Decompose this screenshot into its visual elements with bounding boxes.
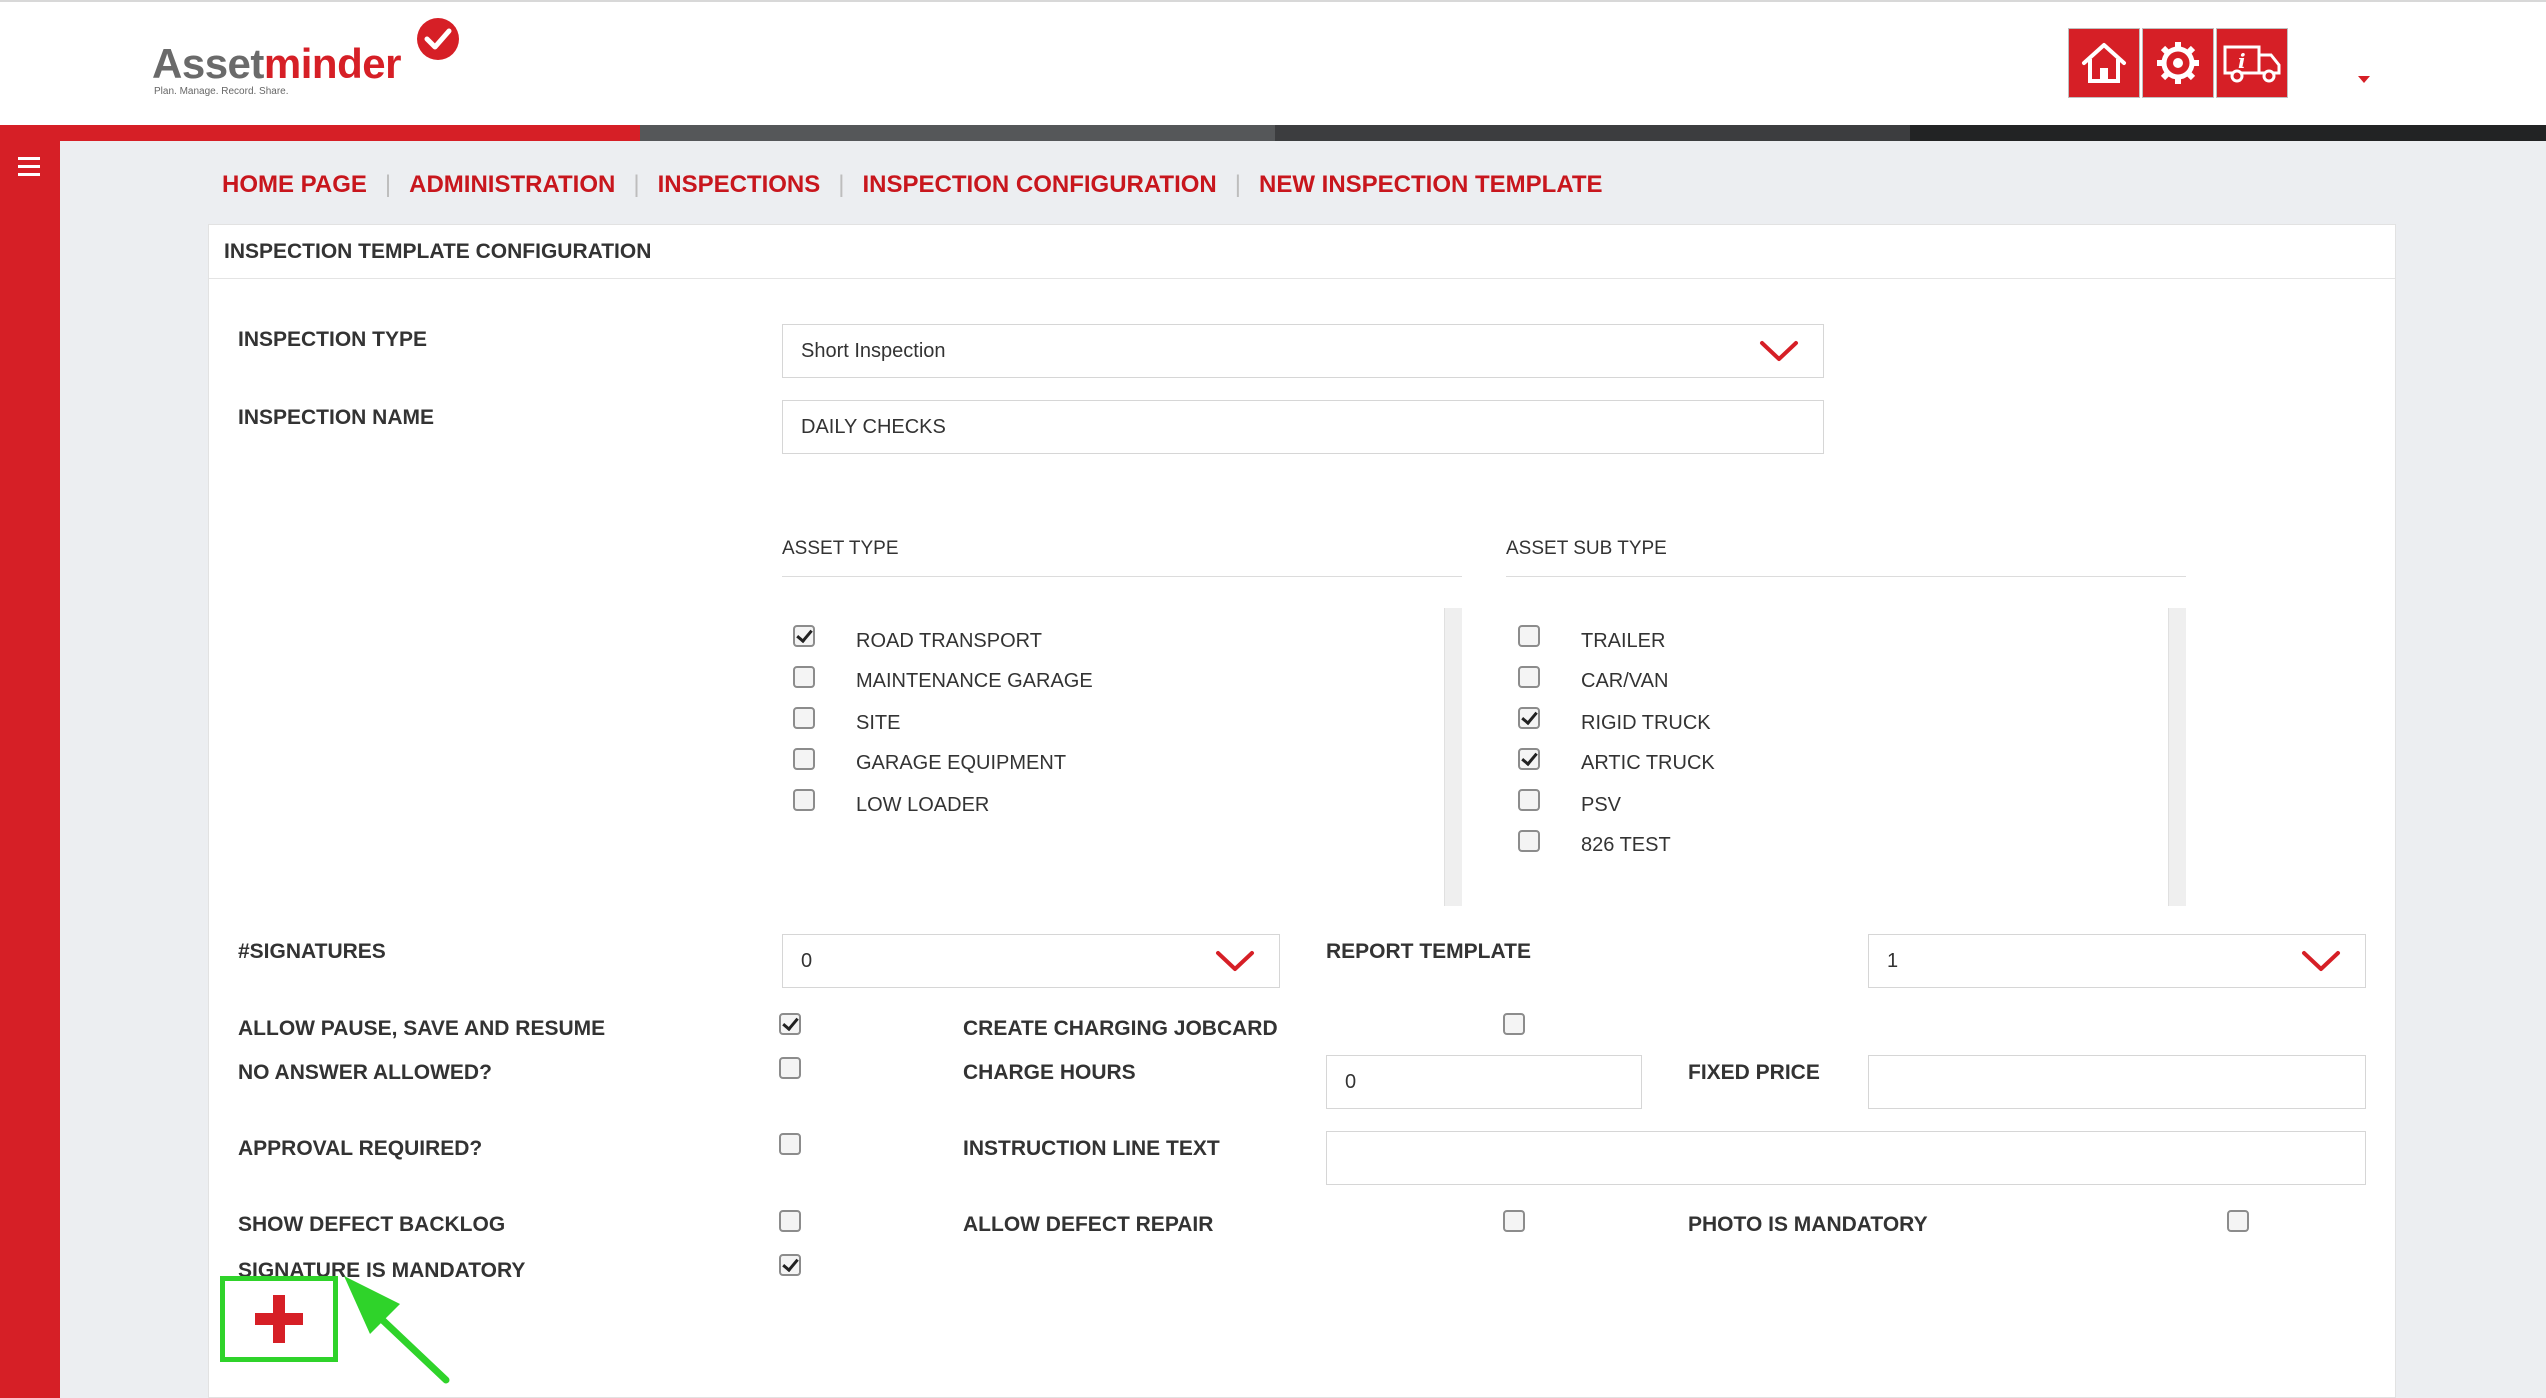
asset-sub-type-label: CAR/VAN [1581, 670, 1669, 692]
header-stripe [0, 125, 640, 141]
report-template-value: 1 [1887, 950, 1899, 972]
plus-icon [255, 1295, 303, 1343]
logo-wordmark: Assetminder [152, 40, 401, 87]
charge-hours-input[interactable]: 0 [1326, 1055, 1642, 1109]
asset-type-scrollbar[interactable] [1444, 608, 1462, 906]
inspection-type-value: Short Inspection [801, 340, 946, 362]
asset-type-label: LOW LOADER [856, 794, 990, 816]
fixed-price-label: FIXED PRICE [1688, 1061, 1820, 1084]
inspection-name-input[interactable]: DAILY CHECKS [782, 400, 1824, 454]
header-stripe [1275, 125, 1910, 141]
gear-icon [2157, 42, 2199, 84]
annotation-arrow-icon [344, 1276, 450, 1384]
breadcrumb-inspection-configuration[interactable]: INSPECTION CONFIGURATION [863, 171, 1217, 199]
asset-sub-type-label: 826 TEST [1581, 834, 1671, 856]
breadcrumb-new-inspection-template[interactable]: NEW INSPECTION TEMPLATE [1259, 171, 1603, 199]
checkmark-icon [417, 18, 459, 60]
allow-pause-label: ALLOW PAUSE, SAVE AND RESUME [238, 1017, 606, 1040]
header-stripe [640, 125, 1275, 141]
breadcrumb-inspections[interactable]: INSPECTIONS [658, 171, 821, 199]
asset-type-checkbox-garage-equipment[interactable] [793, 748, 815, 770]
breadcrumb-separator: | [633, 171, 640, 198]
asset-type-label: MAINTENANCE GARAGE [856, 670, 1093, 692]
home-icon [2082, 43, 2126, 83]
asset-sub-type-scrollbar[interactable] [2168, 608, 2186, 906]
asset-type-checkbox-maintenance-garage[interactable] [793, 666, 815, 688]
svg-text:i: i [2238, 49, 2246, 73]
charge-hours-value: 0 [1345, 1071, 1357, 1093]
logo-tagline: Plan. Manage. Record. Share. [154, 86, 289, 97]
signatures-select[interactable]: 0 [782, 934, 1280, 988]
allow-defect-repair-checkbox[interactable] [1503, 1210, 1525, 1232]
top-header: Assetminder Plan. Manage. Record. Share. [0, 0, 2546, 125]
approval-required-checkbox[interactable] [779, 1133, 801, 1155]
instruction-line-text-label: INSTRUCTION LINE TEXT [963, 1137, 1220, 1160]
header-stripe [1910, 125, 2546, 141]
charge-hours-label: CHARGE HOURS [963, 1061, 1136, 1084]
panel-header: INSPECTION TEMPLATE CONFIGURATION [209, 225, 2395, 279]
breadcrumb-separator: | [1234, 171, 1241, 198]
truck-info-button[interactable]: i [2216, 28, 2288, 98]
asset-sub-type-checkbox-psv[interactable] [1518, 789, 1540, 811]
assetminder-logo[interactable]: Assetminder Plan. Manage. Record. Share. [152, 18, 472, 102]
divider [782, 576, 1462, 577]
inspection-name-value: DAILY CHECKS [801, 416, 946, 438]
home-button[interactable] [2068, 28, 2140, 98]
no-answer-allowed-label: NO ANSWER ALLOWED? [238, 1061, 492, 1084]
create-charging-jobcard-checkbox[interactable] [1503, 1013, 1525, 1035]
asset-type-header: ASSET TYPE [782, 538, 899, 559]
approval-required-label: APPROVAL REQUIRED? [238, 1137, 483, 1160]
asset-sub-type-checkbox-artic-truck[interactable] [1518, 748, 1540, 770]
allow-defect-repair-label: ALLOW DEFECT REPAIR [963, 1213, 1214, 1236]
chevron-down-icon [1216, 951, 1254, 971]
user-menu-caret[interactable] [2358, 76, 2370, 83]
photo-is-mandatory-label: PHOTO IS MANDATORY [1688, 1213, 1928, 1236]
allow-pause-checkbox[interactable] [779, 1013, 801, 1035]
show-defect-backlog-checkbox[interactable] [779, 1210, 801, 1232]
signature-is-mandatory-checkbox[interactable] [779, 1254, 801, 1276]
asset-type-checkbox-road-transport[interactable] [793, 625, 815, 647]
asset-sub-type-label: PSV [1581, 794, 1622, 816]
asset-sub-type-header: ASSET SUB TYPE [1506, 538, 1667, 559]
inspection-type-select[interactable]: Short Inspection [782, 324, 1824, 378]
signatures-value: 0 [801, 950, 813, 972]
breadcrumb: HOME PAGE | ADMINISTRATION | INSPECTIONS… [222, 170, 1603, 200]
create-charging-jobcard-label: CREATE CHARGING JOBCARD [963, 1017, 1278, 1040]
asset-type-checkbox-site[interactable] [793, 707, 815, 729]
add-question-button[interactable] [220, 1276, 338, 1362]
asset-sub-type-checkbox-car-van[interactable] [1518, 666, 1540, 688]
inspection-name-label: INSPECTION NAME [238, 406, 435, 429]
asset-sub-type-checkbox-rigid-truck[interactable] [1518, 707, 1540, 729]
instruction-line-text-input[interactable] [1326, 1131, 2366, 1185]
inspection-type-label: INSPECTION TYPE [238, 328, 428, 351]
panel-title: INSPECTION TEMPLATE CONFIGURATION [224, 240, 652, 263]
asset-type-checkbox-low-loader[interactable] [793, 789, 815, 811]
asset-type-label: SITE [856, 712, 901, 734]
divider [1506, 576, 2186, 577]
report-template-select[interactable]: 1 [1868, 934, 2366, 988]
show-defect-backlog-label: SHOW DEFECT BACKLOG [238, 1213, 506, 1236]
breadcrumb-home[interactable]: HOME PAGE [222, 171, 367, 199]
report-template-label: REPORT TEMPLATE [1326, 940, 1531, 963]
hamburger-menu-icon[interactable] [18, 157, 40, 181]
fixed-price-input[interactable] [1868, 1055, 2366, 1109]
truck-info-icon: i [2223, 45, 2281, 83]
settings-button[interactable] [2142, 28, 2214, 98]
signatures-label: #SIGNATURES [238, 940, 386, 963]
asset-sub-type-checkbox-trailer[interactable] [1518, 625, 1540, 647]
breadcrumb-separator: | [384, 171, 392, 198]
photo-is-mandatory-checkbox[interactable] [2227, 1210, 2249, 1232]
chevron-down-icon [2302, 951, 2340, 971]
chevron-down-icon [1760, 341, 1798, 361]
left-sidebar [0, 141, 60, 1398]
asset-sub-type-checkbox-826-test[interactable] [1518, 830, 1540, 852]
asset-sub-type-label: ARTIC TRUCK [1581, 752, 1715, 774]
no-answer-allowed-checkbox[interactable] [779, 1057, 801, 1079]
breadcrumb-administration[interactable]: ADMINISTRATION [409, 171, 615, 199]
asset-type-label: GARAGE EQUIPMENT [856, 752, 1067, 774]
asset-sub-type-label: TRAILER [1581, 630, 1666, 652]
asset-sub-type-label: RIGID TRUCK [1581, 712, 1711, 734]
breadcrumb-separator: | [838, 171, 845, 198]
asset-type-label: ROAD TRANSPORT [856, 630, 1042, 652]
